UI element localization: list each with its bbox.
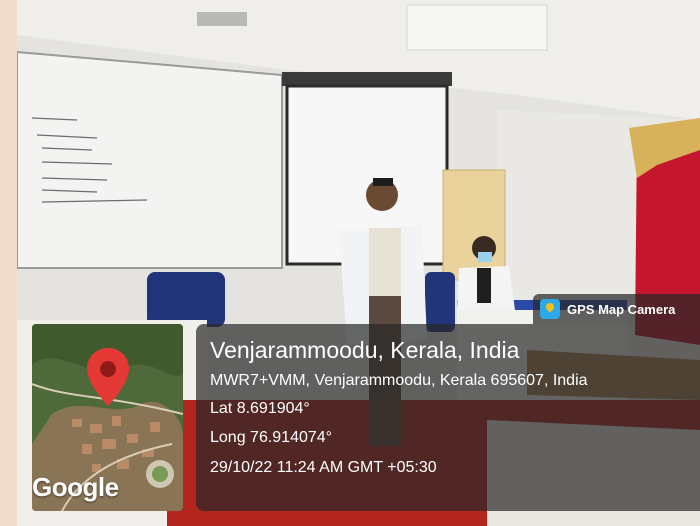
- gps-map-camera-icon: [540, 299, 560, 319]
- map-brand-logo: Google: [32, 472, 119, 502]
- latitude-line: Lat 8.691904°: [210, 400, 310, 417]
- gps-map-camera-watermark: GPS Map Camera: [533, 294, 700, 324]
- map-pin-icon: [87, 348, 129, 406]
- location-info-panel: Venjarammoodu, Kerala, India MWR7+VMM, V…: [196, 324, 700, 511]
- address-line: MWR7+VMM, Venjarammoodu, Kerala 695607, …: [210, 372, 588, 389]
- map-thumbnail: Google: [32, 324, 183, 511]
- timestamp-line: 29/10/22 11:24 AM GMT +05:30: [210, 459, 437, 476]
- longitude-line: Long 76.914074°: [210, 429, 333, 446]
- place-name: Venjarammoodu, Kerala, India: [210, 337, 520, 363]
- app-name-label: GPS Map Camera: [567, 301, 676, 317]
